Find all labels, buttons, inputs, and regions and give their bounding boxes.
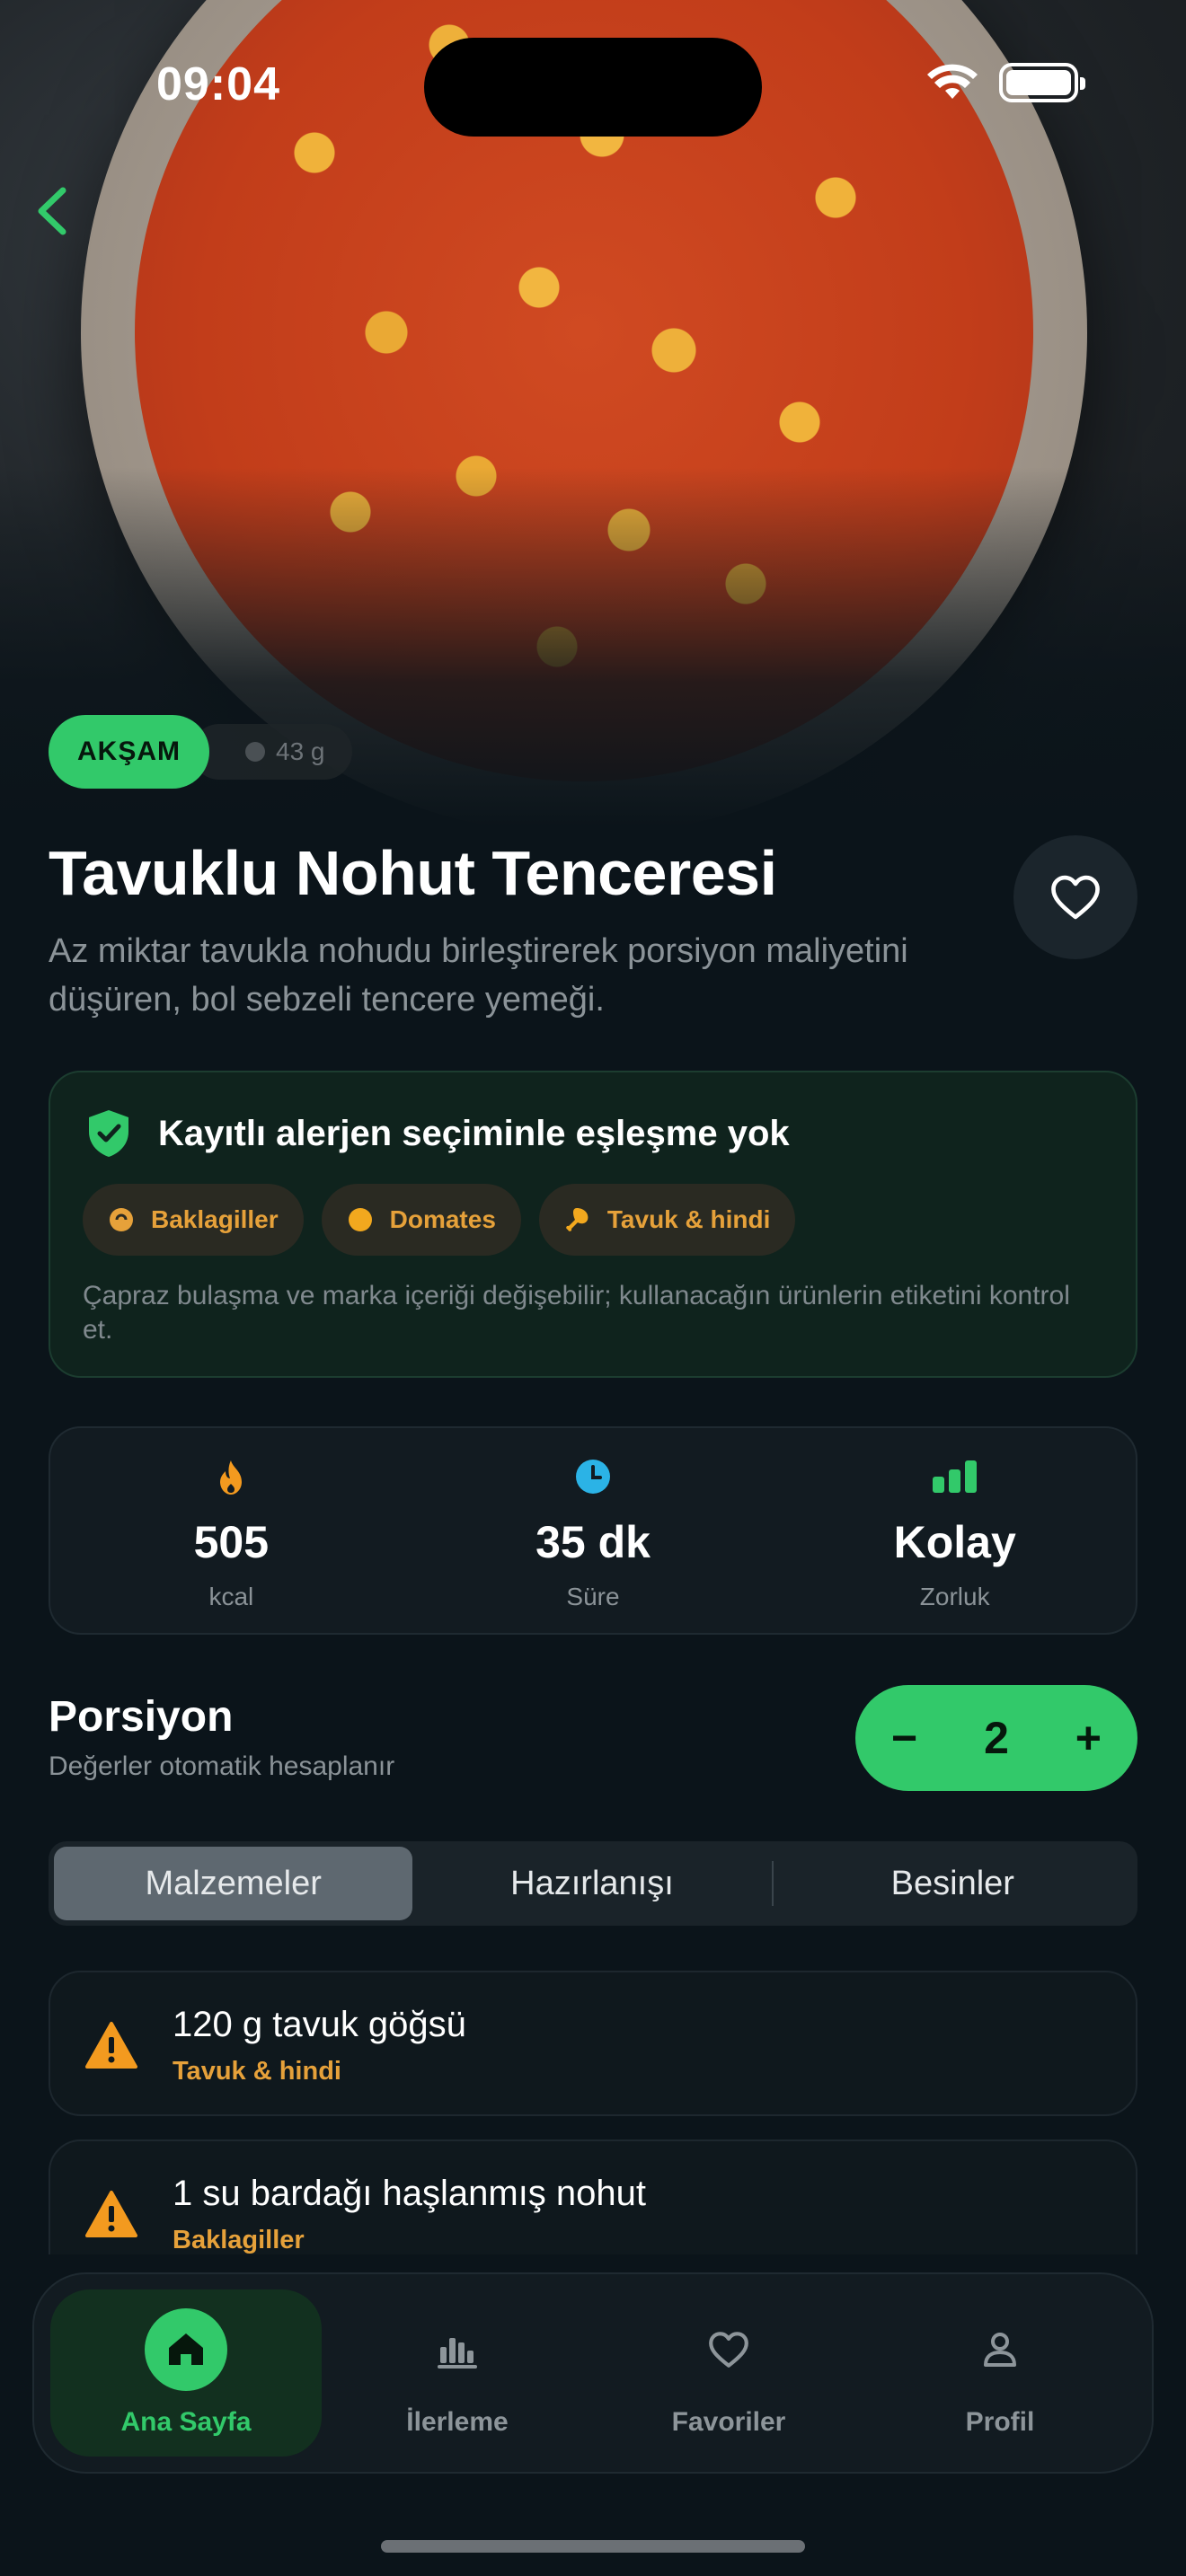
bean-icon: [110, 1208, 133, 1231]
ingredient-list: 120 g tavuk göğsü Tavuk & hindi 1 su bar…: [0, 1967, 1186, 2254]
allergen-tags: Baklagiller Domates Tavuk & hindi: [83, 1184, 796, 1256]
status-time: 09:04: [156, 58, 280, 110]
chart-icon: [438, 2338, 477, 2369]
allergen-tag-tomato: Domates: [321, 1184, 521, 1256]
stat-value: 505: [193, 1517, 270, 1567]
person-icon: [984, 2333, 1016, 2367]
nav-label: Ana Sayfa: [120, 2407, 252, 2437]
portion-stepper: − 2 +: [855, 1685, 1137, 1791]
home-indicator[interactable]: [381, 2540, 805, 2553]
favorite-button[interactable]: [1013, 835, 1137, 959]
allergen-tag-label: Baklagiller: [151, 1205, 279, 1233]
segmented-tabs: Malzemeler Hazırlanışı Besinler: [49, 1841, 1137, 1926]
allergen-tag-poultry: Tavuk & hindi: [538, 1184, 796, 1256]
nav-item-favorites[interactable]: Favoriler: [593, 2289, 864, 2457]
allergen-title: Kayıtlı alerjen seçiminle eşleşme yok: [158, 1113, 790, 1153]
portion-title: Porsiyon: [49, 1693, 234, 1741]
home-icon: [169, 2333, 203, 2365]
nav-item-home[interactable]: Ana Sayfa: [50, 2289, 322, 2457]
heart-icon: [709, 2332, 748, 2368]
stat-label: Zorluk: [919, 1583, 990, 1610]
nav-item-progress[interactable]: İlerleme: [322, 2289, 593, 2457]
ingredient-name: 120 g tavuk göğsü: [173, 2005, 466, 2044]
difficulty-bars-icon: [932, 1460, 977, 1493]
tab-nutrients[interactable]: Besinler: [774, 1847, 1132, 1920]
heart-icon: [1051, 875, 1100, 920]
allergen-tag-label: Tavuk & hindi: [606, 1205, 771, 1233]
bottom-nav: Ana Sayfa İlerleme Favoriler Profil: [32, 2272, 1154, 2474]
warning-icon: [85, 2022, 137, 2069]
allergen-tag-label: Domates: [389, 1205, 496, 1233]
portion-subtitle: Değerler otomatik hesaplanır: [49, 1751, 395, 1781]
ingredient-category: Baklagiller: [173, 2226, 305, 2254]
back-chevron-icon[interactable]: [27, 180, 81, 243]
stat-label: kcal: [208, 1583, 254, 1610]
stat-label: Süre: [566, 1583, 620, 1610]
meal-chip: AKŞAM: [49, 715, 209, 789]
allergen-note: Çapraz bulaşma ve marka içeriği değişebi…: [83, 1281, 1070, 1345]
weight-dot-icon: [245, 742, 265, 762]
ingredient-category: Tavuk & hindi: [173, 2057, 341, 2086]
recipe-title: Tavuklu Nohut Tenceresi: [49, 838, 777, 908]
warning-icon: [85, 2191, 137, 2237]
chicken-leg-icon: [566, 1208, 589, 1231]
dynamic-island: [424, 38, 762, 137]
stat-calories: 505 kcal: [50, 1428, 412, 1633]
battery-icon: [999, 63, 1085, 102]
flame-icon: [220, 1460, 243, 1495]
hero-chips: AKŞAM 43 g: [49, 715, 352, 789]
wifi-icon: [927, 64, 978, 99]
weight-chip-label: 43 g: [276, 737, 325, 765]
nav-label: Profil: [965, 2407, 1035, 2437]
list-item[interactable]: 1 su bardağı haşlanmış nohut Baklagiller: [49, 2139, 1137, 2254]
allergen-card: Kayıtlı alerjen seçiminle eşleşme yok Ba…: [49, 1071, 1137, 1378]
status-icons: [925, 63, 1085, 102]
recipe-description: Az miktar tavukla nohudu birleştirerek p…: [49, 932, 908, 1019]
stat-value: Kolay: [893, 1517, 1016, 1567]
portion-value: 2: [984, 1713, 1009, 1763]
stats-card: 505 kcal 35 dk Süre Kolay Zorluk: [49, 1426, 1137, 1635]
decrease-portion-button[interactable]: −: [891, 1712, 917, 1764]
stat-difficulty: Kolay Zorluk: [774, 1428, 1136, 1633]
ingredient-name: 1 su bardağı haşlanmış nohut: [173, 2174, 647, 2213]
tab-preparation[interactable]: Hazırlanışı: [412, 1847, 771, 1920]
stat-duration: 35 dk Süre: [412, 1428, 774, 1633]
nav-label: İlerleme: [406, 2407, 509, 2437]
weight-chip: 43 g: [191, 724, 352, 780]
nav-item-profile[interactable]: Profil: [864, 2289, 1136, 2457]
tomato-icon: [348, 1208, 372, 1231]
stat-value: 35 dk: [535, 1517, 651, 1567]
nav-label: Favoriler: [671, 2407, 786, 2437]
list-item[interactable]: 120 g tavuk göğsü Tavuk & hindi: [49, 1971, 1137, 2116]
clock-icon: [576, 1460, 610, 1494]
allergen-tag-legumes: Baklagiller: [83, 1184, 304, 1256]
shield-check-icon: [89, 1110, 128, 1157]
increase-portion-button[interactable]: +: [1075, 1712, 1102, 1764]
tab-ingredients[interactable]: Malzemeler: [54, 1847, 413, 1920]
